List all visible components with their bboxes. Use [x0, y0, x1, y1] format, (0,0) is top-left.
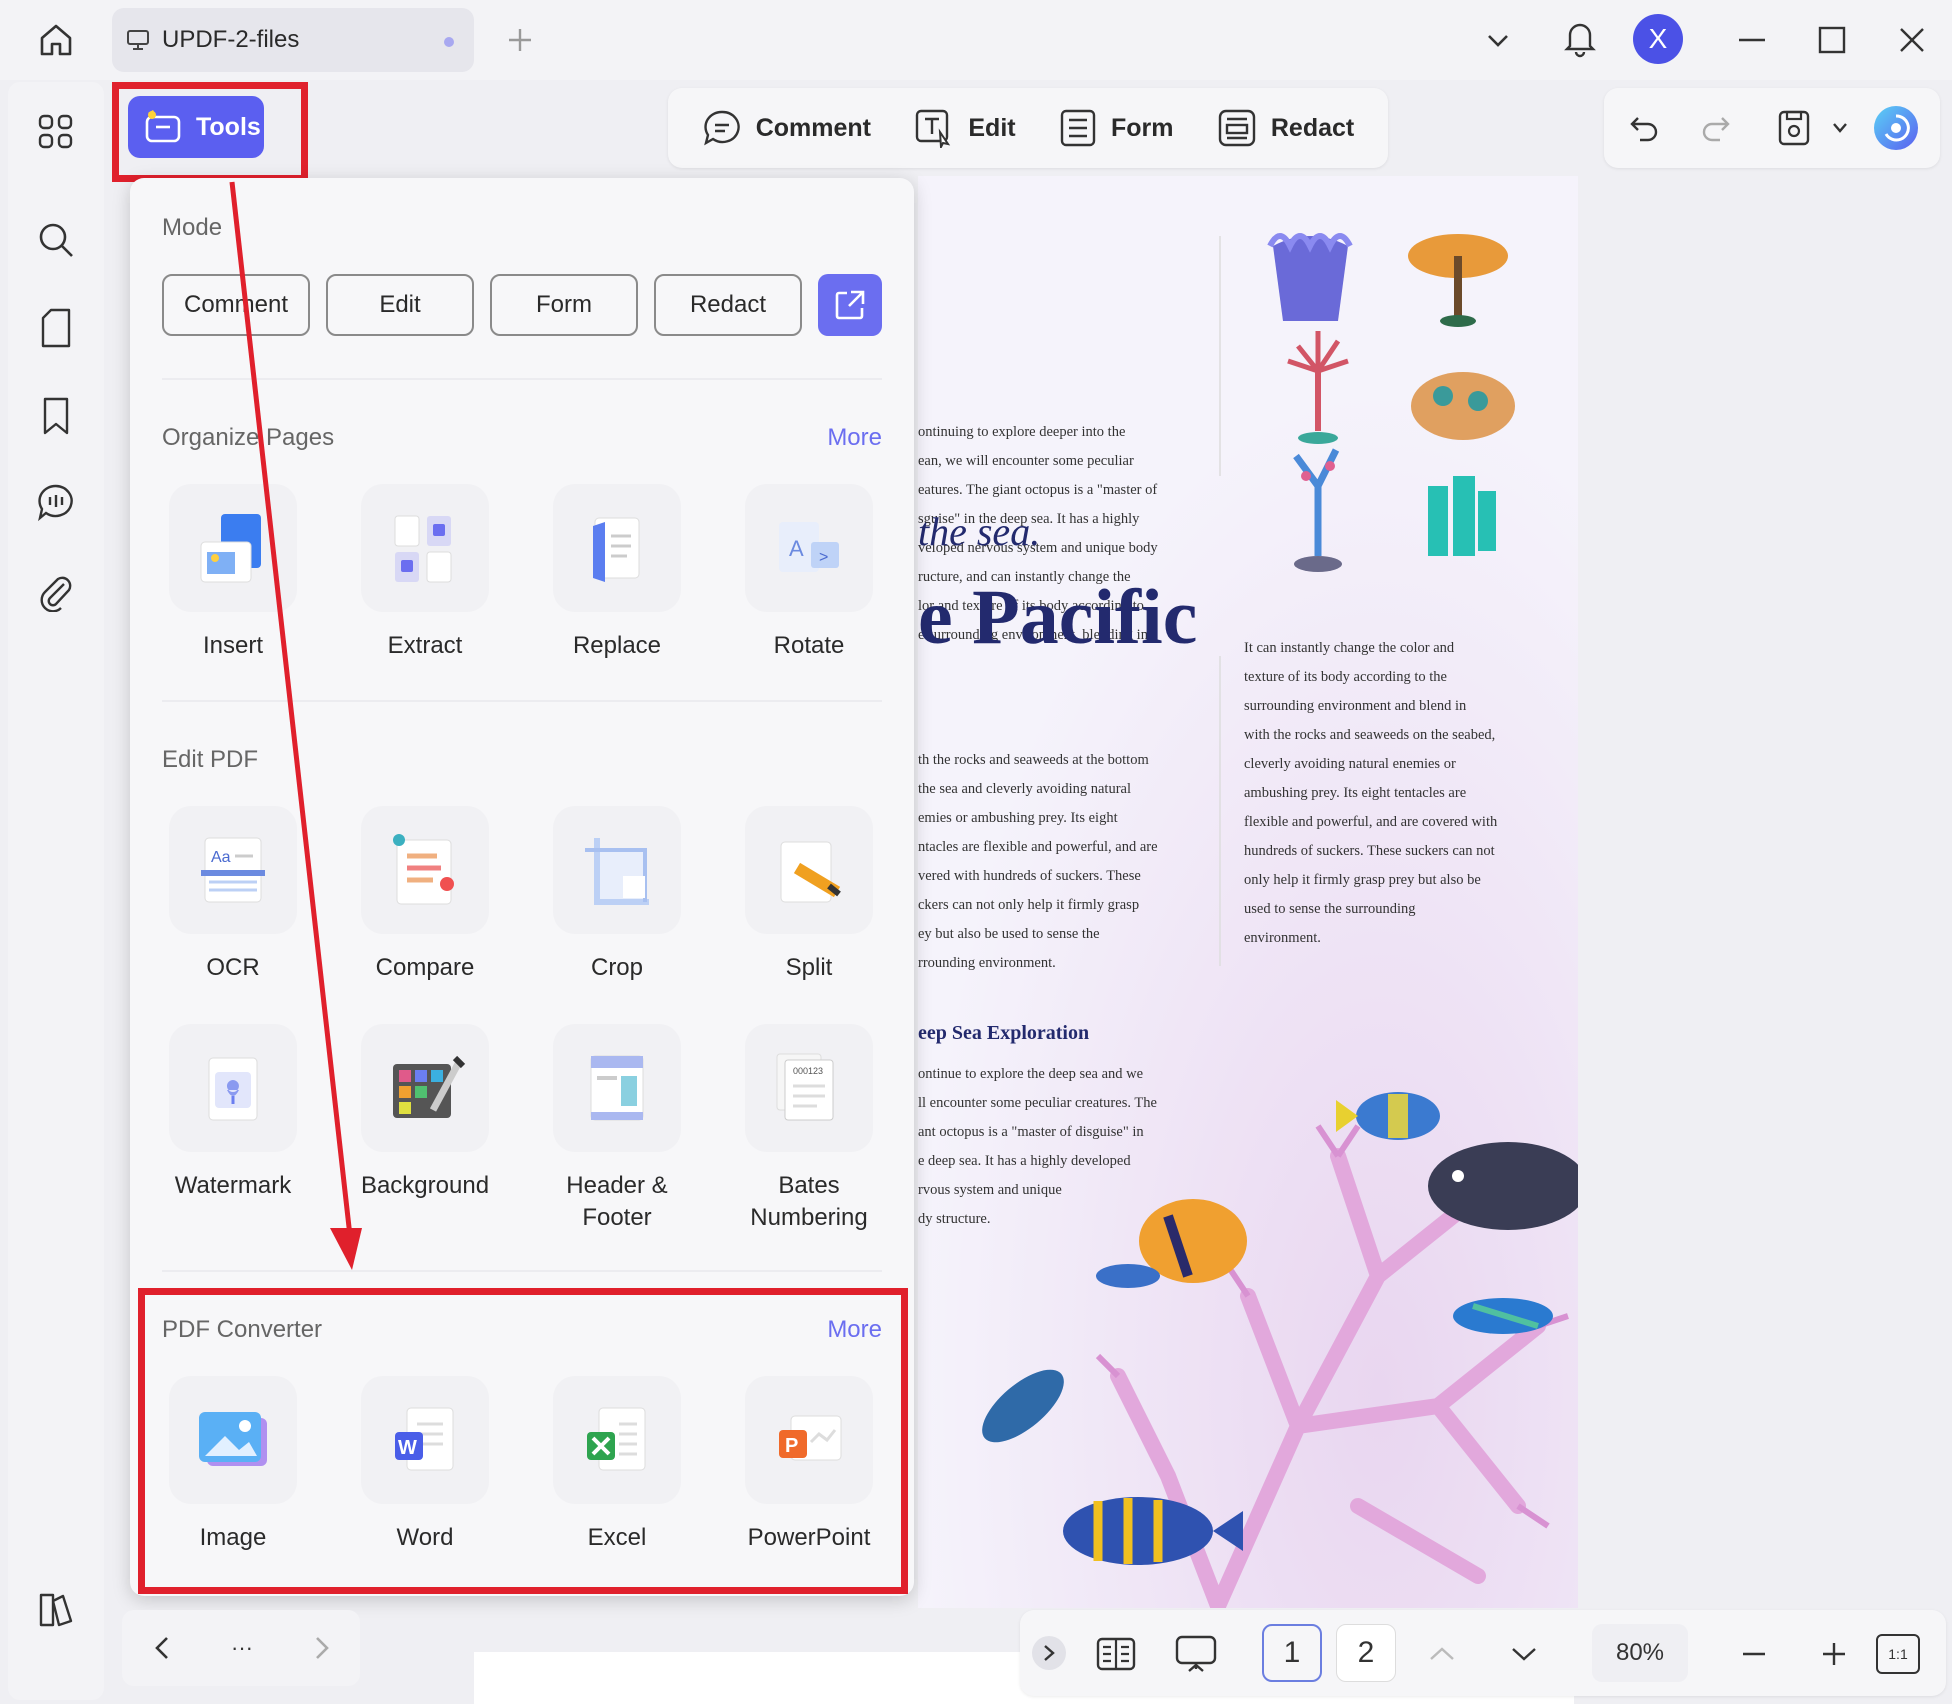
zoom-out-icon[interactable] [1732, 1632, 1776, 1676]
back-icon[interactable] [144, 1630, 180, 1666]
page-controls-bar: 1 2 80% 1:1 [1020, 1610, 1946, 1696]
collapse-panel-icon[interactable] [1032, 1636, 1066, 1670]
more-options-icon[interactable]: ··· [220, 1630, 264, 1666]
actual-size-button[interactable]: 1:1 [1876, 1634, 1920, 1674]
annotation-arrow [229, 181, 362, 1270]
zoom-in-icon[interactable] [1812, 1632, 1856, 1676]
zoom-level[interactable]: 80% [1592, 1624, 1688, 1682]
previous-page-icon[interactable] [1420, 1632, 1464, 1676]
page-2-button[interactable]: 2 [1336, 1624, 1396, 1682]
presentation-icon[interactable] [1174, 1632, 1218, 1676]
navigation-bar: ··· [122, 1610, 360, 1686]
forward-icon[interactable] [304, 1630, 340, 1666]
page-layout-icon[interactable] [1094, 1632, 1138, 1676]
next-page-icon[interactable] [1502, 1632, 1546, 1676]
page-1-button[interactable]: 1 [1262, 1624, 1322, 1682]
